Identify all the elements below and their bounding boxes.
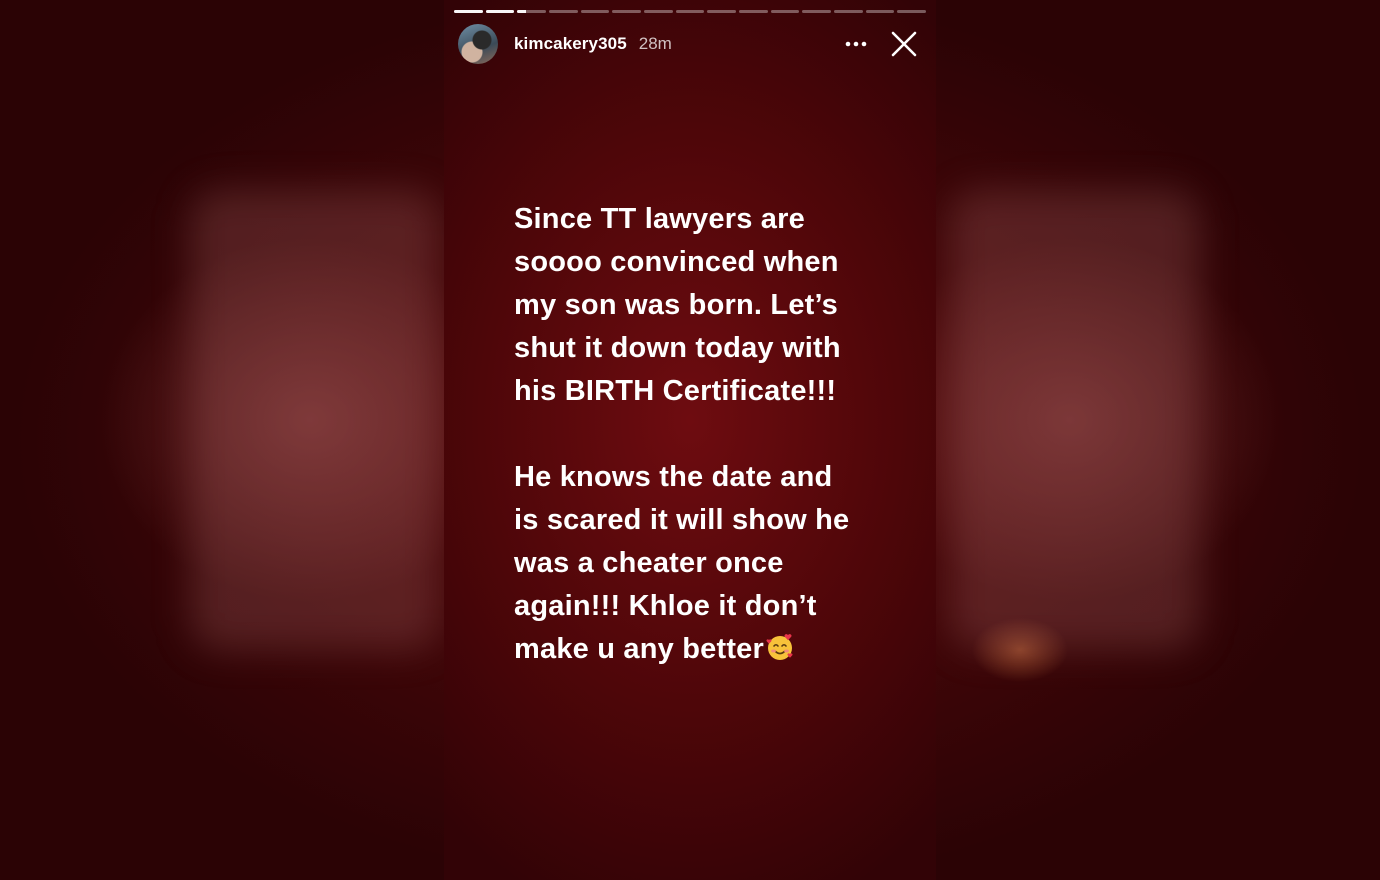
progress-segment bbox=[612, 10, 642, 13]
progress-segment bbox=[517, 10, 547, 13]
smiling-face-with-hearts-icon bbox=[766, 634, 793, 660]
ellipsis-icon bbox=[845, 41, 867, 47]
progress-segment bbox=[454, 10, 483, 13]
username[interactable]: kimcakery305 bbox=[514, 34, 627, 54]
text-line: Since TT lawyers are bbox=[514, 203, 805, 235]
text-line: is scared it will show he bbox=[514, 504, 850, 536]
story-progress-bar bbox=[454, 10, 927, 13]
progress-segment-fill bbox=[485, 10, 515, 13]
story-viewer[interactable]: kimcakery305 28m Since TT lawyers are so… bbox=[444, 0, 936, 880]
story-paragraph-1: Since TT lawyers are soooo convinced whe… bbox=[514, 198, 914, 413]
text-line: was a cheater once bbox=[514, 547, 784, 579]
progress-segment-fill bbox=[517, 10, 526, 13]
text-line: He knows the date and bbox=[514, 461, 833, 493]
progress-segment bbox=[897, 10, 927, 13]
progress-segment bbox=[549, 10, 578, 13]
story-paragraph-2: He knows the date and is scared it will … bbox=[514, 456, 914, 671]
progress-segment bbox=[580, 10, 610, 13]
progress-segment bbox=[644, 10, 673, 13]
avatar[interactable] bbox=[458, 24, 498, 64]
blurred-text-right bbox=[950, 190, 1200, 650]
text-line: soooo convinced when bbox=[514, 246, 839, 278]
progress-segment bbox=[770, 10, 800, 13]
close-icon bbox=[891, 31, 917, 57]
post-time: 28m bbox=[638, 34, 672, 53]
blurred-text-left bbox=[190, 190, 440, 650]
progress-segment bbox=[834, 10, 863, 13]
story-text: Since TT lawyers are soooo convinced whe… bbox=[514, 198, 914, 671]
close-button[interactable] bbox=[888, 28, 920, 60]
progress-segment bbox=[739, 10, 768, 13]
text-line: his BIRTH Certificate!!! bbox=[514, 375, 837, 407]
more-options-button[interactable] bbox=[842, 30, 870, 58]
progress-segment bbox=[707, 10, 737, 13]
progress-segment bbox=[485, 10, 515, 13]
text-line: shut it down today with bbox=[514, 332, 841, 364]
progress-segment bbox=[865, 10, 895, 13]
text-line: my son was born. Let’s bbox=[514, 289, 839, 321]
progress-segment bbox=[802, 10, 832, 13]
progress-segment bbox=[675, 10, 705, 13]
progress-segment-fill bbox=[454, 10, 483, 13]
story-header: kimcakery305 28m bbox=[458, 23, 926, 65]
text-line: make u any better bbox=[514, 633, 764, 665]
text-line: again!!! Khloe it don’t bbox=[514, 590, 817, 622]
